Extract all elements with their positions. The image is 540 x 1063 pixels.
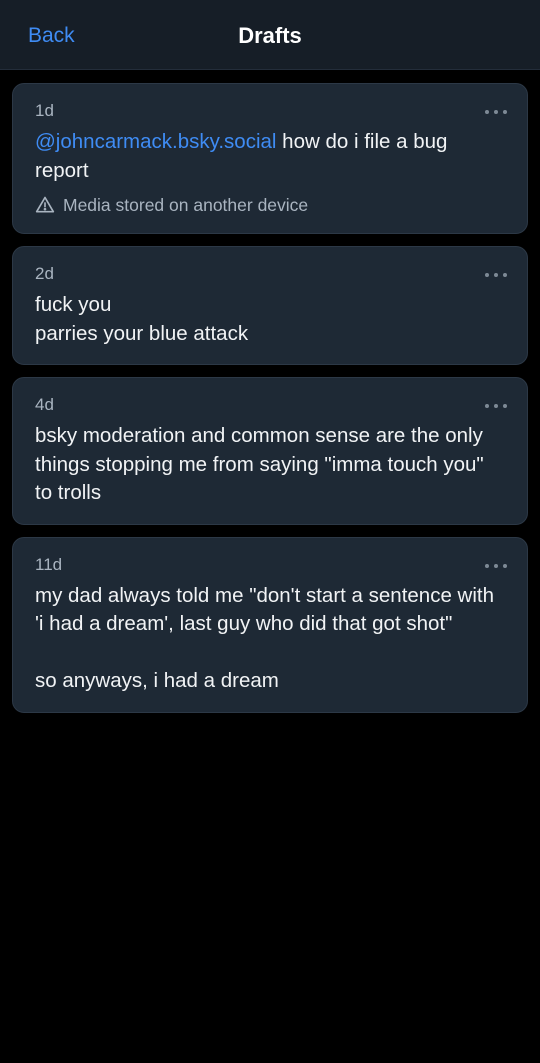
top-bar: Back Drafts — [0, 0, 540, 70]
draft-card[interactable]: 1d @johncarmack.bsky.social how do i fil… — [12, 83, 528, 234]
more-options-icon[interactable] — [485, 108, 507, 116]
draft-age: 4d — [35, 395, 54, 414]
more-options-icon[interactable] — [485, 402, 507, 410]
draft-text: @johncarmack.bsky.social how do i file a… — [35, 128, 505, 185]
draft-age: 2d — [35, 264, 54, 283]
draft-text: fuck you parries your blue attack — [35, 293, 249, 345]
draft-card[interactable]: 11d my dad always told me "don't start a… — [12, 536, 528, 713]
more-options-icon[interactable] — [485, 271, 507, 279]
draft-card[interactable]: 4d bsky moderation and common sense are … — [12, 377, 528, 525]
media-warning-text: Media stored on another device — [63, 195, 309, 215]
draft-text: bsky moderation and common sense are the… — [35, 424, 490, 504]
page-title: Drafts — [238, 23, 302, 48]
draft-age: 1d — [35, 101, 54, 120]
more-options-icon[interactable] — [485, 562, 507, 570]
media-warning: Media stored on another device — [35, 193, 505, 217]
draft-age: 11d — [35, 554, 63, 574]
warning-triangle-icon — [35, 196, 55, 213]
draft-card[interactable]: 2d fuck you parries your blue attack — [12, 246, 528, 365]
draft-text: my dad always told me "don't start a sen… — [35, 583, 494, 693]
drafts-list: 1d @johncarmack.bsky.social how do i fil… — [12, 83, 528, 725]
mention-link[interactable]: @johncarmack.bsky.social — [35, 130, 276, 153]
